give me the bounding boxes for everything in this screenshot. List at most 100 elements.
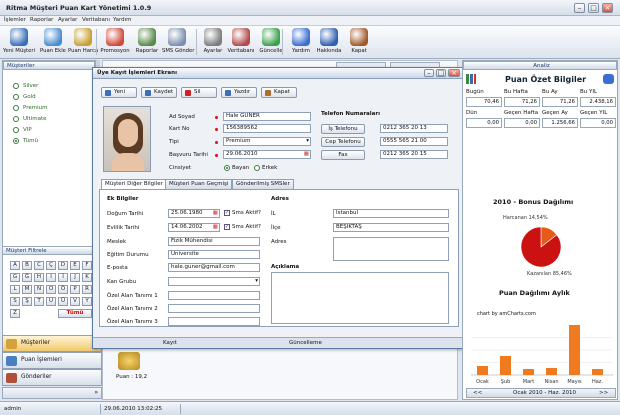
letter-key[interactable]: V (70, 297, 80, 306)
toolbar-button-4[interactable]: Raporlar (132, 27, 162, 58)
refresh-icon[interactable] (603, 74, 614, 84)
chevron-down-icon[interactable]: ▾ (306, 138, 309, 145)
letter-key[interactable]: L (10, 285, 20, 294)
menu-veritabani[interactable]: Veritabanı (82, 17, 110, 23)
filter-radio-5[interactable] (13, 138, 19, 144)
letter-key[interactable]: C (34, 261, 44, 270)
toolbar-button-0[interactable]: Yeni Müşteri (2, 27, 36, 58)
toolbar-button-1[interactable]: Puan Ekle (38, 27, 68, 58)
letter-key[interactable]: K (82, 273, 92, 282)
toolbar-button-6[interactable]: Ayarlar (198, 27, 228, 58)
letter-key[interactable]: İ (58, 273, 68, 282)
letter-key[interactable]: Y (82, 297, 92, 306)
toolbar-button-9[interactable]: Yardım (286, 27, 316, 58)
dialog-button-3[interactable]: Yazdır (221, 87, 257, 98)
dogum-sms-checkbox[interactable]: ✓ (224, 210, 230, 216)
ozel1-input[interactable] (168, 291, 260, 300)
ozel2-input[interactable] (168, 304, 260, 313)
letter-key[interactable]: F (82, 261, 92, 270)
letter-key[interactable]: Ü (58, 297, 68, 306)
filter-radio-2[interactable] (13, 105, 19, 111)
nav-button-1[interactable]: Puan İşlemleri (2, 352, 102, 369)
toolbar-button-3[interactable]: Promosyon (100, 27, 130, 58)
chevron-down-icon[interactable]: ▾ (255, 278, 258, 285)
toolbar-button-7[interactable]: Veritabanı (226, 27, 256, 58)
dialog-button-2[interactable]: Sil (181, 87, 217, 98)
dialog-button-0[interactable]: Yeni (101, 87, 137, 98)
letter-key[interactable]: J (70, 273, 80, 282)
dogum-input[interactable]: 25.06.1980 ▦ (168, 209, 220, 218)
calendar-icon[interactable]: ▦ (304, 151, 309, 158)
fax-button[interactable]: Fax (321, 150, 365, 160)
letter-key[interactable]: Ç (46, 261, 56, 270)
ozel3-input[interactable] (168, 317, 260, 326)
menu-islemler[interactable]: İşlemler (4, 17, 26, 23)
next-period-button[interactable]: >> (599, 390, 608, 396)
fax-input[interactable]: 0212 365 20 15 (380, 150, 448, 159)
letter-key[interactable]: B (22, 261, 32, 270)
prev-period-button[interactable]: << (473, 390, 482, 396)
letter-key[interactable]: T (34, 297, 44, 306)
letter-key[interactable]: N (34, 285, 44, 294)
ad-soyad-input[interactable]: Hale GÜNER (223, 112, 311, 121)
tab-diger-bilgiler[interactable]: Müşteri Diğer Bilgiler (101, 179, 167, 189)
is-telefonu-input[interactable]: 0212 365 20 13 (380, 124, 448, 133)
dialog-maximize-button[interactable]: □ (436, 69, 446, 77)
tab-puan-gecmisi[interactable]: Müşteri Puan Geçmişi (165, 179, 233, 189)
filter-radio-3[interactable] (13, 116, 19, 122)
nav-button-0[interactable]: Müşteriler (2, 335, 102, 352)
dialog-button-1[interactable]: Kaydet (141, 87, 177, 98)
toolbar-button-11[interactable]: Kapat (344, 27, 374, 58)
dialog-close-button[interactable]: × (448, 69, 460, 77)
cep-telefonu-button[interactable]: Cep Telefonu (321, 137, 365, 147)
radio-erkek[interactable] (254, 165, 260, 171)
kan-grubu-select[interactable]: ▾ (168, 277, 260, 286)
filter-radio-4[interactable] (13, 127, 19, 133)
ilce-input[interactable]: BEŞİKTAŞ (333, 223, 449, 232)
letter-key[interactable]: D (58, 261, 68, 270)
filter-radio-0[interactable] (13, 83, 19, 89)
nav-expand-icon[interactable]: » (94, 389, 98, 396)
dialog-minimize-button[interactable]: – (424, 69, 434, 77)
egitim-input[interactable]: Üniversite (168, 250, 260, 259)
letter-key[interactable]: H (34, 273, 44, 282)
letter-key[interactable]: M (22, 285, 32, 294)
meslek-input[interactable]: Fizik Mühendisi (168, 237, 260, 246)
menu-raporlar[interactable]: Raporlar (30, 17, 53, 23)
dialog-button-4[interactable]: Kapat (261, 87, 297, 98)
kart-no-input[interactable]: 156389562 (223, 124, 311, 133)
calendar-icon[interactable]: ▦ (213, 224, 218, 231)
all-letters-key[interactable]: Tümü (58, 309, 92, 318)
letter-key[interactable]: P (70, 285, 80, 294)
close-button[interactable]: × (602, 3, 613, 13)
evlilik-sms-checkbox[interactable]: ✓ (224, 224, 230, 230)
letter-key[interactable]: I (46, 273, 56, 282)
filter-radio-1[interactable] (13, 94, 19, 100)
letter-key[interactable]: S (10, 297, 20, 306)
menu-yardim[interactable]: Yardım (113, 17, 132, 23)
tipi-select[interactable]: Premium ▾ (223, 137, 311, 146)
tab-sms[interactable]: Gönderilmiş SMSler (232, 179, 294, 189)
cep-telefonu-input[interactable]: 0555 565 21 00 (380, 137, 448, 146)
letter-key[interactable]: Ö (58, 285, 68, 294)
calendar-icon[interactable]: ▦ (213, 210, 218, 217)
minimize-button[interactable]: – (574, 3, 585, 13)
basvuru-date-input[interactable]: 29.06.2010 ▦ (223, 150, 311, 159)
letter-key[interactable]: Z (10, 309, 20, 318)
nav-button-2[interactable]: Gönderiler (2, 369, 102, 386)
letter-key[interactable]: E (70, 261, 80, 270)
il-input[interactable]: İstanbul (333, 209, 449, 218)
toolbar-button-5[interactable]: SMS Gönder (162, 27, 194, 58)
aciklama-textarea[interactable] (271, 272, 449, 324)
letter-key[interactable]: Ş (22, 297, 32, 306)
letter-key[interactable]: R (82, 285, 92, 294)
evlilik-input[interactable]: 14.06.2002 ▦ (168, 223, 220, 232)
toolbar-button-2[interactable]: Puan Harca (68, 27, 98, 58)
maximize-button[interactable]: □ (588, 3, 599, 13)
menu-ayarlar[interactable]: Ayarlar (58, 17, 77, 23)
letter-key[interactable]: A (10, 261, 20, 270)
letter-key[interactable]: O (46, 285, 56, 294)
letter-key[interactable]: Ğ (22, 273, 32, 282)
letter-key[interactable]: G (10, 273, 20, 282)
is-telefonu-button[interactable]: İş Telefonu (321, 124, 365, 134)
